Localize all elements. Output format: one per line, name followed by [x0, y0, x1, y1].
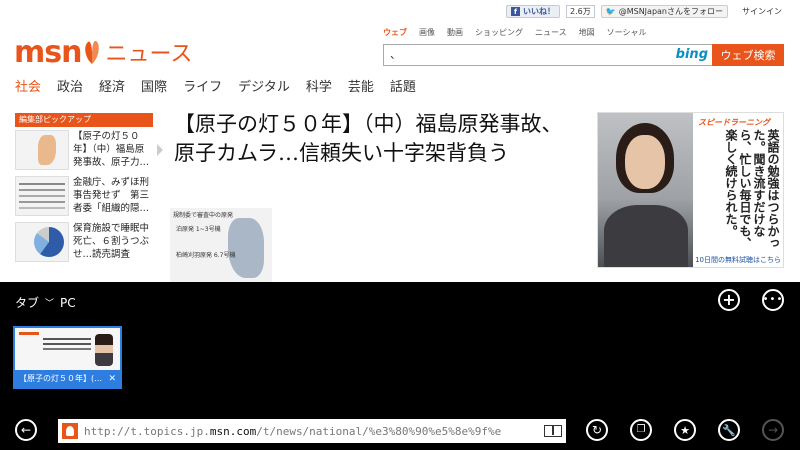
site-favicon-icon: [62, 423, 78, 439]
nav-item[interactable]: 芸能: [348, 76, 374, 95]
search-tab[interactable]: 画像: [419, 27, 435, 38]
more-options-button[interactable]: •••: [762, 289, 784, 311]
refresh-icon: ↻: [591, 423, 603, 437]
search-tab[interactable]: 地図: [579, 27, 595, 38]
url-domain: msn.com: [209, 424, 257, 438]
figure-title: 規制委で審査中の原発: [173, 212, 234, 219]
plus-icon: +: [722, 290, 736, 309]
ad-photo: [598, 113, 693, 267]
back-button[interactable]: ←: [15, 419, 37, 441]
url-prefix: http://t.topics.jp.: [84, 424, 210, 438]
close-icon[interactable]: ✕: [108, 374, 116, 384]
pickup-item-text: 金融庁、みずほ刑事告発せず 第三者委「組織的隠…: [73, 177, 150, 214]
japan-map: [228, 218, 264, 278]
signin-link[interactable]: サインイン: [742, 6, 782, 17]
pickup-item-text: 保育施設で睡眠中死亡、６割うつぶせ…読売調査: [73, 223, 150, 260]
article-figure[interactable]: 規制委で審査中の原発 泊原発 1~3号機 柏崎刈羽原発 6.7号機: [170, 208, 272, 282]
pickup-item[interactable]: 保育施設で睡眠中死亡、６割うつぶせ…読売調査: [15, 222, 153, 264]
nav-item[interactable]: 経済: [99, 76, 125, 95]
url-path: /t/news/national/%e3%80%90%e5%8e%9f%e: [256, 424, 502, 438]
back-arrow-icon: ←: [20, 423, 32, 437]
favorites-button[interactable]: ★: [674, 419, 696, 441]
forward-arrow-icon: →: [767, 423, 779, 437]
bing-logo: bing: [675, 47, 708, 62]
like-label: いいね！: [523, 7, 556, 16]
pickup-item[interactable]: 【原子の灯５０年】（中）福島原発事故、原子力…: [15, 130, 163, 172]
nav-item[interactable]: 科学: [306, 76, 332, 95]
figure-label: 柏崎刈羽原発 6.7号機: [176, 252, 236, 259]
tab-preview: [15, 328, 120, 370]
like-count: 2.6万: [566, 5, 595, 18]
twitter-bird-icon: 🐦: [605, 7, 616, 16]
pickup-item[interactable]: 金融庁、みずほ刑事告発せず 第三者委「組織的隠…: [15, 176, 153, 218]
search-tab[interactable]: ウェブ: [383, 27, 407, 38]
ad-brand: スピードラーニング: [698, 118, 770, 127]
tab-preview-photo: [95, 334, 113, 366]
search-tabs: ウェブ 画像 動画 ショッピング ニュース 地図 ソーシャル: [383, 27, 646, 38]
butterfly-icon: [85, 40, 100, 64]
nav-item[interactable]: 国際: [141, 76, 167, 95]
pickup-list: 【原子の灯５０年】（中）福島原発事故、原子力… 金融庁、みずほ刑事告発せず 第三…: [15, 130, 163, 268]
tabs-selector[interactable]: タブ ﹀ PC: [15, 294, 76, 311]
open-tab-thumbnail[interactable]: 【原子の灯５０年】(… ✕: [13, 326, 122, 389]
ad-photo-body: [604, 205, 688, 267]
ad-footer-link[interactable]: 10日間の無料試聴はこちら: [695, 255, 781, 265]
search-tab[interactable]: ニュース: [535, 27, 567, 38]
ellipsis-icon: •••: [762, 294, 784, 305]
logo-brand: msn: [14, 35, 82, 70]
ad-copy: 英語の勉強はつらかった。聞き流すだけなら、忙しい毎日でも、楽しく続けられた。: [724, 129, 780, 249]
tab-title: 【原子の灯５０年】(…: [19, 374, 103, 383]
forward-button[interactable]: →: [762, 419, 784, 441]
search-input[interactable]: 、 bing: [383, 44, 713, 66]
reading-view-icon[interactable]: [544, 425, 562, 437]
address-bar[interactable]: http://t.topics.jp.msn.com/t/news/nation…: [58, 419, 566, 443]
nav-item[interactable]: ライフ: [183, 76, 222, 95]
twitter-follow-label: @MSNJapanさんをフォロー: [618, 7, 723, 16]
tab-title-bar: 【原子の灯５０年】(… ✕: [15, 370, 120, 387]
wrench-icon: 🔧: [722, 423, 736, 437]
facebook-icon: f: [511, 7, 521, 16]
pin-page-icon: ❐: [636, 424, 646, 435]
refresh-button[interactable]: ↻: [586, 419, 608, 441]
device-label: PC: [60, 295, 76, 310]
search-tab[interactable]: ショッピング: [475, 27, 523, 38]
search-query: 、: [390, 48, 401, 61]
search-tab[interactable]: ソーシャル: [607, 27, 647, 38]
social-bar: f いいね！ 2.6万 🐦 @MSNJapanさんをフォロー サインイン: [506, 5, 782, 18]
search-tab[interactable]: 動画: [447, 27, 463, 38]
ad-photo-face: [625, 135, 665, 189]
chevron-down-icon: ﹀: [45, 299, 55, 309]
tools-button[interactable]: 🔧: [718, 419, 740, 441]
pickup-thumbnail: [15, 130, 69, 170]
new-tab-button[interactable]: +: [718, 289, 740, 311]
browser-app-bar: タブ ﹀ PC + ••• 【原子の灯５０年】(… ✕ ← http://t.t…: [0, 282, 800, 450]
pickup-thumbnail: [15, 176, 69, 216]
web-page: f いいね！ 2.6万 🐦 @MSNJapanさんをフォロー サインイン msn…: [0, 0, 800, 282]
nav-item[interactable]: 政治: [57, 76, 83, 95]
url-text: http://t.topics.jp.msn.com/t/news/nation…: [84, 425, 540, 438]
star-icon: ★: [680, 423, 690, 437]
category-nav: 社会 政治 経済 国際 ライフ デジタル 科学 芸能 話題: [15, 76, 416, 95]
tab-preview-accent: [19, 332, 39, 335]
advertisement[interactable]: スピードラーニング 英語の勉強はつらかった。聞き流すだけなら、忙しい毎日でも、楽…: [597, 112, 784, 268]
page-tools-button[interactable]: ❐: [630, 419, 652, 441]
logo-section: ニュース: [105, 42, 193, 67]
browser-window: f いいね！ 2.6万 🐦 @MSNJapanさんをフォロー サインイン msn…: [0, 0, 800, 450]
facebook-like-button[interactable]: f いいね！: [506, 5, 561, 18]
pickup-item-text: 【原子の灯５０年】（中）福島原発事故、原子力…: [73, 131, 150, 168]
nav-item[interactable]: 話題: [390, 76, 416, 95]
web-search-button[interactable]: ウェブ検索: [712, 44, 784, 66]
msn-news-logo[interactable]: msn ニュース: [14, 38, 192, 68]
nav-item[interactable]: デジタル: [238, 76, 290, 95]
tab-preview-lines: [43, 338, 91, 340]
nav-item[interactable]: 社会: [15, 76, 41, 95]
article-headline[interactable]: 【原子の灯５０年】（中）福島原発事故、原子カムラ…信頼失い十字架背負う: [174, 110, 579, 168]
figure-label: 泊原発 1~3号機: [176, 226, 221, 233]
pickup-header: 編集部ピックアップ: [15, 113, 153, 127]
tabs-label: タブ: [15, 296, 40, 310]
pickup-thumbnail: [15, 222, 69, 262]
twitter-follow-button[interactable]: 🐦 @MSNJapanさんをフォロー: [600, 5, 728, 18]
